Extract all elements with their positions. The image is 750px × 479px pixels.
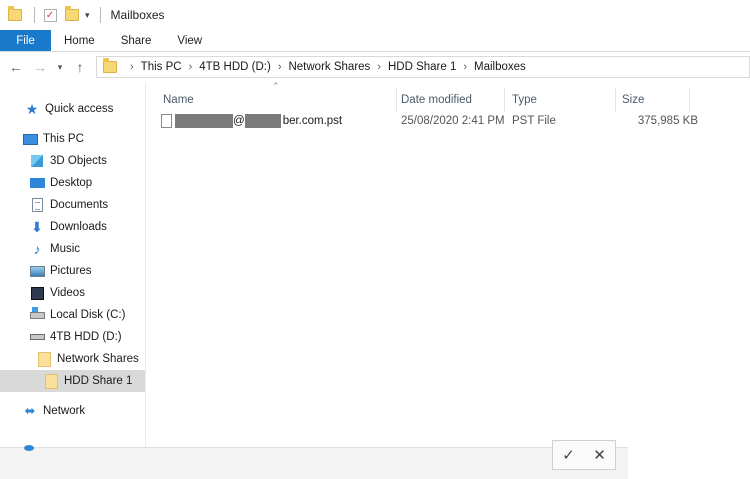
file-type: PST File <box>512 115 556 127</box>
customize-toolbar-chevron-icon[interactable]: ▾ <box>85 10 90 21</box>
downloads-icon: ⬇ <box>31 218 43 235</box>
sidebar-item-3d-objects[interactable]: 3D Objects <box>0 150 145 172</box>
chevron-right-icon[interactable]: › <box>377 61 381 73</box>
sidebar-item-label: 3D Objects <box>50 155 107 167</box>
documents-icon <box>29 197 45 213</box>
network-icon <box>24 445 34 451</box>
breadcrumb-4tb-hdd[interactable]: 4TB HDD (D:) <box>199 61 271 73</box>
sidebar-item-label: This PC <box>43 133 84 145</box>
forward-arrow-icon[interactable]: → <box>28 55 52 79</box>
tab-view[interactable]: View <box>164 30 215 51</box>
address-bar-row: ← → ▾ ↑ › This PC › 4TB HDD (D:) › Netwo… <box>0 52 750 82</box>
folder-icon <box>36 351 52 367</box>
column-header-date-modified[interactable]: Date modified <box>395 88 505 112</box>
recent-locations-chevron-icon[interactable]: ▾ <box>52 55 68 79</box>
back-arrow-icon[interactable]: ← <box>4 55 28 79</box>
folder-icon <box>43 373 59 389</box>
new-folder-icon[interactable] <box>63 6 81 24</box>
sidebar-item-label: Quick access <box>45 103 114 115</box>
column-header-type[interactable]: Type <box>506 88 616 112</box>
videos-icon <box>29 285 45 301</box>
file-list: ⌃ Name Date modified Type Size @ ber.com… <box>147 81 750 447</box>
file-icon <box>161 114 172 128</box>
network-icon: ⬌ <box>24 403 36 418</box>
sidebar-item-label: Local Disk (C:) <box>50 309 126 321</box>
cancel-close-icon[interactable]: ✕ <box>587 446 613 464</box>
sidebar-item-downloads[interactable]: ⬇ Downloads <box>0 216 145 238</box>
table-row[interactable]: @ ber.com.pst 25/08/2020 2:41 PM PST Fil… <box>161 110 698 132</box>
sidebar-item-label: Music <box>50 243 81 255</box>
tab-file[interactable]: File <box>0 30 51 51</box>
ribbon-tabs: File Home Share View <box>0 30 750 52</box>
title-bar: ✓ ▾ Mailboxes <box>0 0 750 30</box>
sidebar-item-label: Documents <box>50 199 109 211</box>
confirm-check-icon[interactable]: ✓ <box>556 446 582 464</box>
breadcrumb-hdd-share-1[interactable]: HDD Share 1 <box>388 61 456 73</box>
navigation-pane: ★ Quick access This PC 3D Objects Deskto… <box>0 82 146 447</box>
column-header-name[interactable]: Name <box>157 88 397 112</box>
address-bar[interactable]: › This PC › 4TB HDD (D:) › Network Share… <box>96 56 750 78</box>
sidebar-item-network-shares[interactable]: Network Shares <box>0 348 145 370</box>
tab-share[interactable]: Share <box>108 30 165 51</box>
sidebar-item-4tb-hdd-d[interactable]: 4TB HDD (D:) <box>0 326 145 348</box>
file-name-part: @ <box>233 115 245 127</box>
sidebar-item-label: Downloads <box>50 221 107 233</box>
breadcrumb-mailboxes[interactable]: Mailboxes <box>474 61 526 73</box>
3d-objects-icon <box>29 153 45 169</box>
sidebar-item-videos[interactable]: Videos <box>0 282 145 304</box>
quick-access-star-icon: ★ <box>25 100 39 117</box>
sidebar-item-quick-access[interactable]: ★ Quick access <box>0 98 145 120</box>
sidebar-item-label: Network <box>43 405 86 417</box>
properties-check-icon[interactable]: ✓ <box>41 6 59 24</box>
dialog-buttons: ✓ ✕ <box>552 440 616 470</box>
sidebar-item-hdd-share-1[interactable]: HDD Share 1 <box>0 370 145 392</box>
sidebar-item-label: HDD Share 1 <box>64 375 133 387</box>
chevron-right-icon[interactable]: › <box>130 61 134 73</box>
sidebar-item-label: Videos <box>50 287 85 299</box>
chevron-right-icon[interactable]: › <box>278 61 282 73</box>
column-header-size[interactable]: Size <box>616 88 690 112</box>
up-arrow-icon[interactable]: ↑ <box>68 55 92 79</box>
sidebar-item-documents[interactable]: Documents <box>0 194 145 216</box>
sidebar-item-label: Network Shares <box>57 353 139 365</box>
hdd-icon <box>29 329 45 345</box>
sidebar-item-desktop[interactable]: Desktop <box>0 172 145 194</box>
desktop-icon <box>29 175 45 191</box>
this-pc-icon <box>22 131 38 147</box>
window-title: Mailboxes <box>110 8 165 22</box>
sidebar-item-this-pc[interactable]: This PC <box>0 128 145 150</box>
chevron-right-icon[interactable]: › <box>463 61 467 73</box>
divider <box>34 7 35 23</box>
sidebar-item-label: 4TB HDD (D:) <box>50 331 122 343</box>
dialog-strip <box>0 445 628 479</box>
sidebar-item-pictures[interactable]: Pictures <box>0 260 145 282</box>
folder-icon <box>101 58 119 76</box>
sidebar-item-network[interactable]: ⬌ Network <box>0 400 145 422</box>
sidebar-item-label: Desktop <box>50 177 93 189</box>
redacted-text <box>175 114 233 128</box>
breadcrumb-this-pc[interactable]: This PC <box>141 61 182 73</box>
divider <box>99 7 101 23</box>
file-size: 375,985 KB <box>637 115 698 127</box>
local-disk-icon <box>29 306 45 323</box>
music-icon: ♪ <box>33 241 41 257</box>
file-name-part: ber.com.pst <box>282 115 343 127</box>
folder-icon <box>6 6 24 24</box>
file-date-modified: 25/08/2020 2:41 PM <box>401 115 505 127</box>
sidebar-item-music[interactable]: ♪ Music <box>0 238 145 260</box>
chevron-right-icon[interactable]: › <box>189 61 193 73</box>
pictures-icon <box>29 263 45 279</box>
breadcrumb-network-shares[interactable]: Network Shares <box>288 61 370 73</box>
redacted-text <box>244 114 281 128</box>
sidebar-item-local-disk-c[interactable]: Local Disk (C:) <box>0 304 145 326</box>
tab-home[interactable]: Home <box>51 30 108 51</box>
sidebar-item-label: Pictures <box>50 265 92 277</box>
